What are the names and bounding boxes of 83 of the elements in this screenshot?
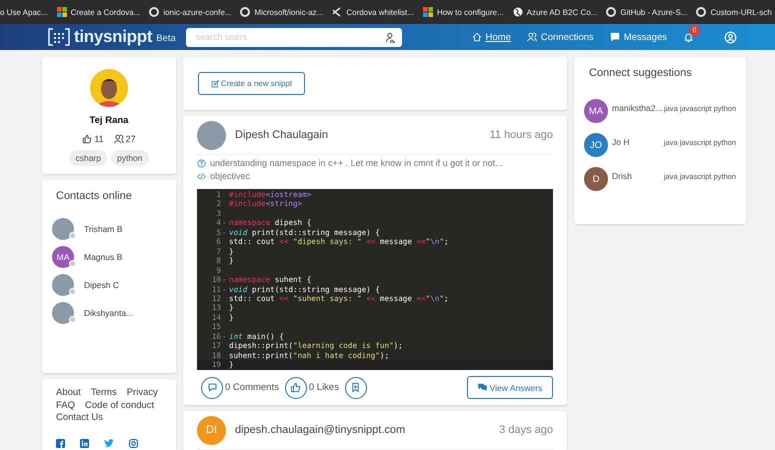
thumbs-up-icon — [290, 382, 302, 393]
bookmark-link[interactable]: Microsoft/ionic-az... — [254, 8, 324, 16]
footer-link[interactable]: Terms — [90, 387, 117, 400]
beta-label: Beta — [156, 32, 176, 46]
card-title: Connect suggestions — [588, 67, 693, 79]
chat-icon — [478, 383, 487, 392]
bell-icon — [683, 32, 694, 42]
footer-link[interactable]: Code of conduct — [85, 400, 154, 412]
home-icon — [472, 32, 482, 42]
footer-link[interactable]: Contact Us — [56, 412, 103, 424]
bookmark-link[interactable]: GitHub - Azure-S... — [620, 8, 688, 16]
footer-link[interactable]: Privacy — [126, 387, 158, 400]
footer-link[interactable]: FAQ — [56, 400, 76, 412]
bookmark-link[interactable]: Create a Cordova... — [70, 8, 140, 16]
bookmark-button[interactable] — [344, 376, 367, 398]
avatar-initials: D — [584, 167, 608, 191]
logo-text[interactable]: tinysnippt — [74, 28, 152, 46]
comment-button[interactable] — [201, 376, 223, 398]
nav-link[interactable]: Home — [472, 30, 511, 44]
post-time: 3 days ago — [499, 424, 553, 436]
bookmark-link[interactable]: Custom-URL-sch — [710, 8, 772, 16]
chat-icon — [610, 32, 620, 42]
comments-count: 0 Comments — [225, 382, 279, 393]
likes-count: 0 Likes — [308, 382, 339, 393]
people-icon — [526, 32, 537, 42]
status-dot — [69, 260, 76, 267]
post-time: 11 hours ago — [490, 129, 553, 141]
card-title: Contacts online — [55, 190, 133, 202]
view-answers-button[interactable]: View Answers — [467, 376, 553, 399]
people-icon — [114, 134, 124, 144]
thumbs-up-icon — [82, 134, 92, 144]
globe-icon — [512, 7, 523, 17]
bookmark-link[interactable]: How to configure... — [436, 8, 504, 16]
avatar-initials: JO — [584, 133, 608, 157]
bird-icon[interactable] — [104, 438, 114, 448]
logo-icon — [48, 28, 70, 46]
bookmark-link[interactable]: Cordova whitelist... — [346, 8, 414, 16]
bookmark-link[interactable]: ionic-azure-confe... — [163, 8, 232, 16]
bookmark-link[interactable]: Azure AD B2C Co... — [526, 8, 598, 16]
code-icon — [197, 172, 206, 180]
avatar-initials: MA — [52, 246, 74, 268]
author-name[interactable]: dipesh.chaulagain@tinysnippt.com — [235, 424, 406, 436]
nav-link[interactable]: Connections — [526, 30, 594, 44]
contact-item[interactable]: Dikshyanta... — [52, 302, 166, 324]
create-snippt-button[interactable]: Create a new snippt — [198, 72, 305, 95]
chat-icon — [206, 382, 218, 393]
nav-link[interactable]: Messages — [610, 30, 667, 44]
bookmark-plus-icon — [350, 382, 362, 393]
status-dot — [69, 316, 76, 323]
author-name[interactable]: Dipesh Chaulagain — [235, 129, 328, 141]
edit-icon — [210, 80, 219, 88]
post-question: understanding namespace in c++ . Let me know in cmnt if u got it or not... — [210, 158, 503, 168]
avatar-initials: MA — [584, 99, 608, 123]
connections-count: 27 — [126, 134, 136, 144]
facebook-icon[interactable] — [56, 438, 65, 448]
windows-logo-icon — [422, 7, 433, 17]
language-label: objectivec — [210, 171, 250, 181]
windows-logo-icon — [56, 7, 67, 17]
contact-item[interactable]: MA Magnus B — [52, 246, 166, 268]
avatar-initials: DI — [197, 416, 226, 444]
user-name: Tej Rana — [90, 115, 128, 126]
tag[interactable]: csharp — [69, 150, 107, 166]
bookmark-link[interactable]: o Use Apac... — [0, 8, 48, 16]
user-search-icon — [384, 32, 396, 42]
user-name[interactable]: Jo H — [612, 133, 658, 147]
photo-placeholder — [197, 120, 226, 150]
footer-link[interactable]: About — [56, 387, 81, 400]
photo-placeholder — [52, 302, 74, 324]
like-button[interactable] — [284, 376, 307, 398]
photo-placeholder — [52, 218, 74, 240]
linkedin-icon[interactable] — [80, 438, 89, 448]
status-dot — [69, 288, 76, 295]
status-dot — [69, 232, 76, 239]
contact-item[interactable]: Trisham B — [52, 218, 166, 240]
likes-count: 11 — [94, 134, 104, 144]
photo-placeholder — [52, 274, 74, 296]
avatar-drawing — [90, 69, 128, 107]
contact-item[interactable]: Dipesh C — [52, 274, 166, 296]
account-icon — [724, 30, 737, 44]
tag[interactable]: python — [110, 150, 149, 166]
question-icon — [197, 158, 206, 168]
user-name[interactable]: Drish — [612, 167, 658, 181]
camera-icon[interactable] — [129, 438, 138, 448]
